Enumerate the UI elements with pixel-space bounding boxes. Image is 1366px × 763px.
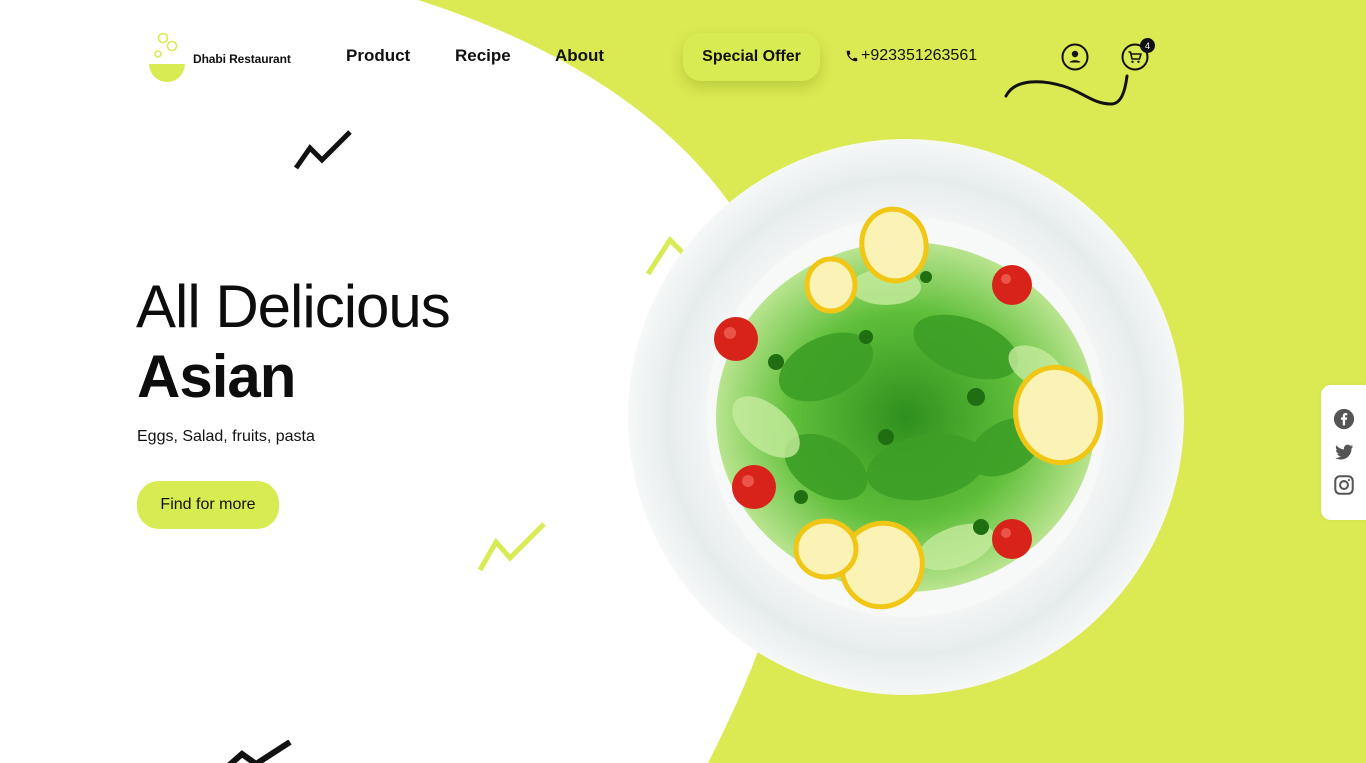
bowl-bubbles-icon [146, 30, 190, 86]
brand-name: Dhabi Restaurant [193, 52, 291, 66]
zigzag-decoration [227, 740, 292, 763]
phone-icon [846, 50, 858, 62]
salad-plate-image [628, 139, 1184, 695]
social-panel [1321, 385, 1366, 520]
facebook-icon[interactable] [1333, 408, 1355, 430]
twitter-icon[interactable] [1333, 441, 1355, 463]
nav-product[interactable]: Product [346, 46, 410, 66]
phone-link[interactable]: +923351263561 [845, 47, 977, 65]
nav-recipe[interactable]: Recipe [455, 46, 511, 66]
hero-title-line2: Asian [137, 343, 296, 410]
phone-number: +923351263561 [861, 47, 978, 64]
special-offer-button[interactable]: Special Offer [683, 33, 820, 81]
user-circle-icon [1061, 43, 1089, 71]
instagram-icon[interactable] [1333, 474, 1355, 496]
brand-logo[interactable]: Dhabi Restaurant [146, 30, 306, 86]
nav-about[interactable]: About [555, 46, 604, 66]
zigzag-decoration [477, 522, 546, 572]
find-more-button[interactable]: Find for more [137, 481, 279, 529]
squiggle-decoration [1004, 74, 1129, 106]
hero-subtitle: Eggs, Salad, fruits, pasta [137, 428, 315, 445]
hero-title-line1: All Delicious [136, 273, 451, 340]
user-button[interactable] [1061, 43, 1089, 71]
cart-count-badge: 4 [1140, 38, 1155, 53]
zigzag-decoration [293, 130, 352, 170]
